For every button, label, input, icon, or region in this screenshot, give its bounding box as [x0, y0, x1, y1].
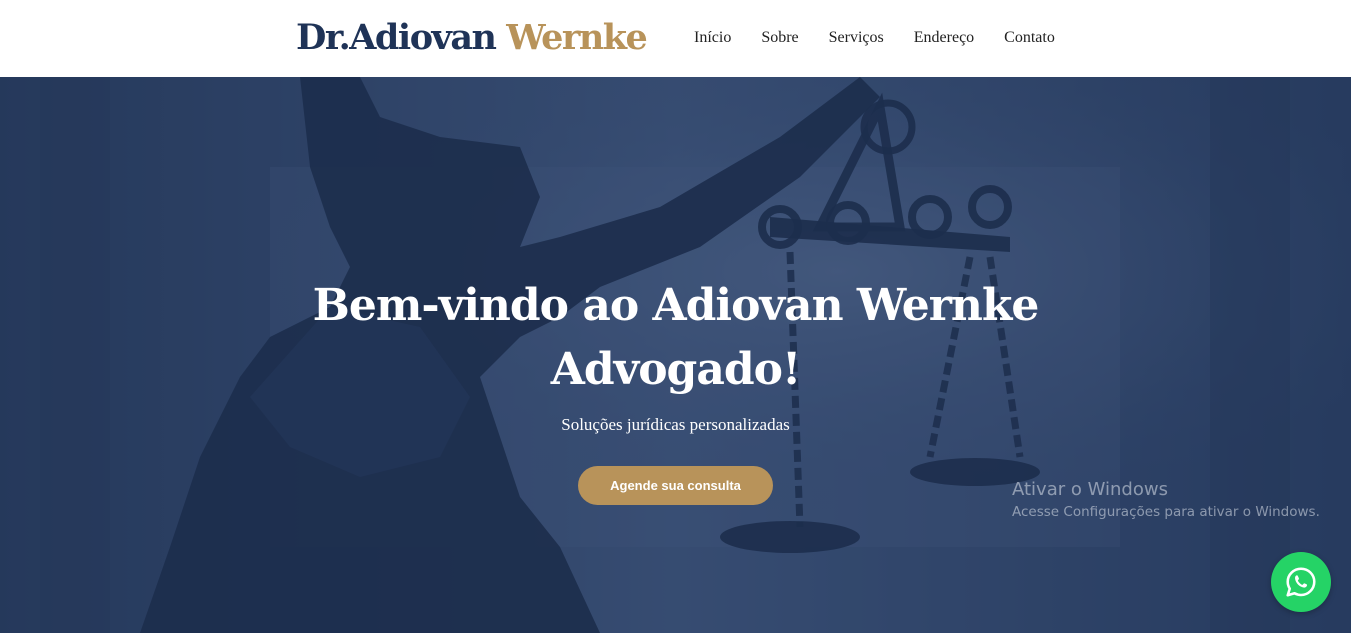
nav-link-inicio[interactable]: Início	[694, 28, 731, 48]
brand-name-accent: Wernke	[506, 17, 648, 58]
main-nav: Início Sobre Serviços Endereço Contato	[694, 28, 1055, 48]
nav-link-servicos[interactable]: Serviços	[829, 28, 884, 48]
nav-link-endereco[interactable]: Endereço	[914, 28, 974, 48]
brand-logo[interactable]: Dr.Adiovan Wernke	[296, 16, 648, 60]
whatsapp-button[interactable]	[1271, 552, 1331, 612]
hero-title: Bem-vindo ao Adiovan Wernke Advogado!	[0, 274, 1351, 402]
nav-link-sobre[interactable]: Sobre	[761, 28, 798, 48]
hero-section: Bem-vindo ao Adiovan Wernke Advogado! So…	[0, 77, 1351, 633]
whatsapp-icon	[1286, 567, 1316, 597]
hero-subtitle: Soluções jurídicas personalizadas	[561, 415, 790, 434]
site-header: Dr.Adiovan Wernke Início Sobre Serviços …	[0, 0, 1351, 77]
brand-name-primary: Dr.Adiovan	[296, 17, 497, 58]
nav-link-contato[interactable]: Contato	[1004, 28, 1055, 48]
windows-activation-watermark: Ativar o Windows Acesse Configurações pa…	[1012, 478, 1320, 522]
hero-title-line1: Bem-vindo ao Adiovan Wernke	[312, 280, 1040, 331]
watermark-subtitle: Acesse Configurações para ativar o Windo…	[1012, 504, 1320, 520]
watermark-title: Ativar o Windows	[1012, 479, 1168, 500]
schedule-consultation-button[interactable]: Agende sua consulta	[578, 466, 773, 505]
hero-title-line2: Advogado!	[550, 344, 802, 395]
